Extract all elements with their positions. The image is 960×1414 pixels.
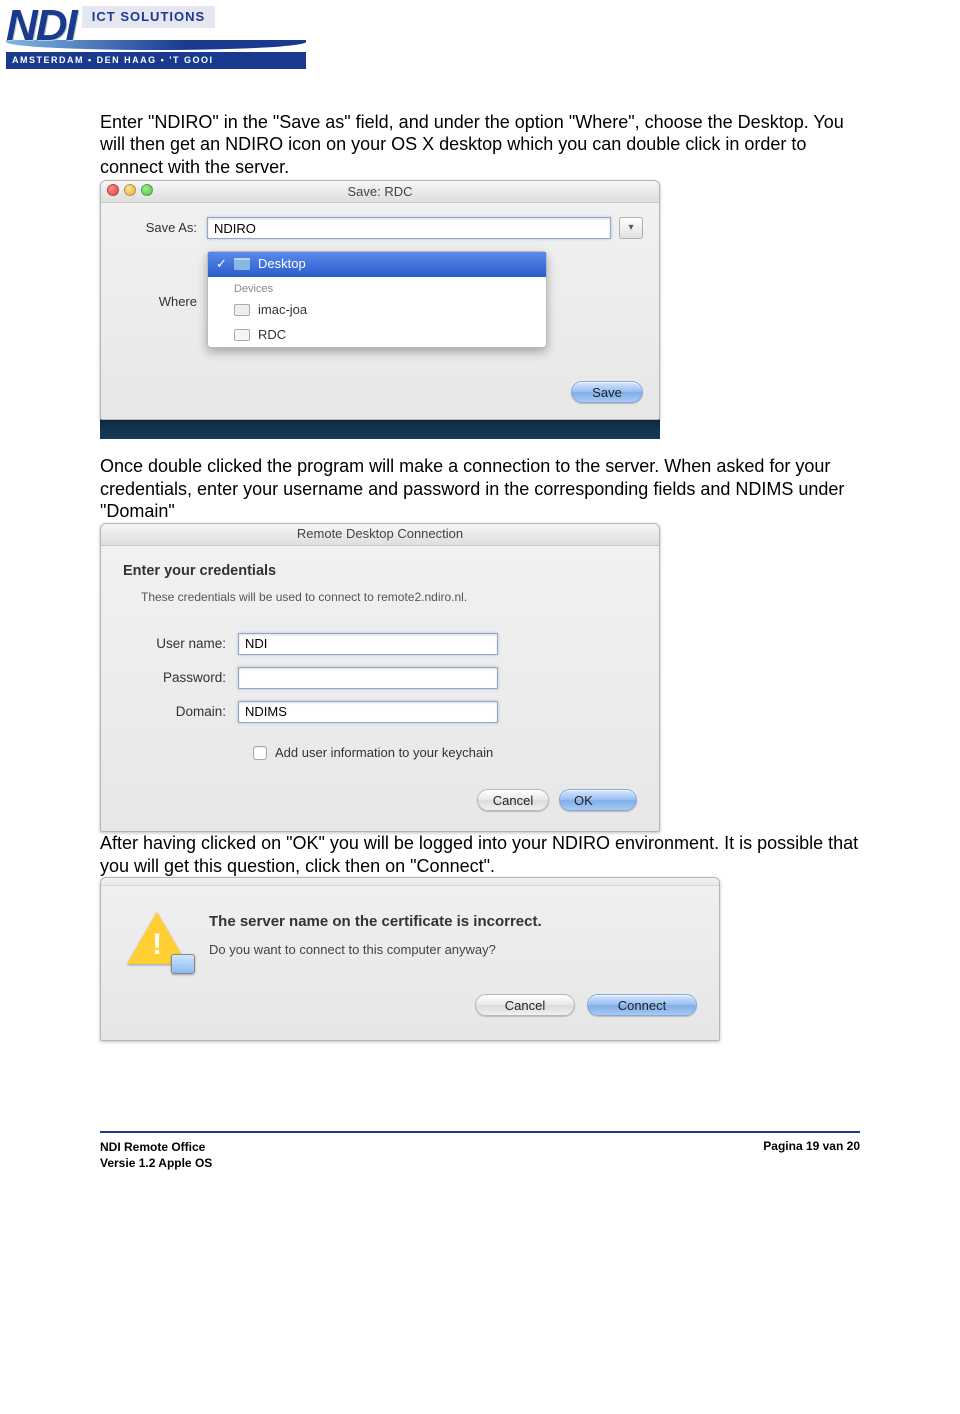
save-dialog-title: Save: RDC bbox=[347, 184, 412, 200]
close-icon[interactable] bbox=[107, 184, 119, 196]
device-label: imac-joa bbox=[258, 302, 307, 318]
save-dialog: Save: RDC Save As: ▾ Where ✓ Desktop bbox=[100, 180, 660, 420]
minimize-icon[interactable] bbox=[124, 184, 136, 196]
monitor-icon bbox=[234, 304, 250, 316]
desktop-strip bbox=[100, 419, 660, 439]
certificate-titlebar bbox=[101, 878, 719, 886]
domain-label: Domain: bbox=[123, 704, 238, 721]
device-label: RDC bbox=[258, 327, 286, 343]
credentials-dialog-title: Remote Desktop Connection bbox=[297, 526, 463, 542]
credentials-dialog-titlebar: Remote Desktop Connection bbox=[101, 524, 659, 546]
certificate-subtext: Do you want to connect to this computer … bbox=[209, 942, 697, 958]
disk-icon bbox=[234, 329, 250, 341]
page-footer: NDI Remote Office Versie 1.2 Apple OS Pa… bbox=[100, 1131, 860, 1171]
username-input[interactable] bbox=[238, 633, 498, 655]
credentials-heading: Enter your credentials bbox=[123, 562, 637, 580]
traffic-lights bbox=[107, 184, 153, 196]
footer-title: NDI Remote Office bbox=[100, 1139, 212, 1155]
expand-toggle-icon[interactable]: ▾ bbox=[619, 217, 643, 239]
where-option-desktop[interactable]: ✓ Desktop bbox=[208, 252, 546, 276]
credentials-subtext: These credentials will be used to connec… bbox=[123, 590, 637, 605]
username-label: User name: bbox=[123, 636, 238, 653]
devices-section-label: Devices bbox=[208, 277, 546, 299]
domain-input[interactable] bbox=[238, 701, 498, 723]
save-dialog-titlebar: Save: RDC bbox=[101, 181, 659, 203]
checkmark-icon: ✓ bbox=[216, 256, 227, 272]
where-option-rdc[interactable]: RDC bbox=[208, 323, 546, 347]
where-label: Where bbox=[117, 292, 207, 310]
logo-brand: NDI bbox=[6, 6, 76, 46]
keychain-checkbox[interactable] bbox=[253, 746, 267, 760]
cancel-button[interactable]: Cancel bbox=[477, 789, 549, 811]
logo-locations: AMSTERDAM • DEN HAAG • 'T GOOI bbox=[6, 52, 306, 69]
certificate-dialog: ! The server name on the certificate is … bbox=[100, 877, 720, 1041]
logo-tagline: ICT SOLUTIONS bbox=[82, 6, 215, 28]
save-as-label: Save As: bbox=[117, 220, 207, 236]
footer-page-number: Pagina 19 van 20 bbox=[763, 1139, 860, 1154]
certificate-heading: The server name on the certificate is in… bbox=[209, 912, 697, 932]
password-label: Password: bbox=[123, 670, 238, 687]
save-as-input[interactable] bbox=[207, 217, 611, 239]
where-option-imac[interactable]: imac-joa bbox=[208, 298, 546, 322]
footer-version: Versie 1.2 Apple OS bbox=[100, 1155, 212, 1171]
keychain-row[interactable]: Add user information to your keychain bbox=[253, 745, 637, 761]
credentials-dialog: Remote Desktop Connection Enter your cre… bbox=[100, 523, 660, 832]
save-button[interactable]: Save bbox=[571, 381, 643, 403]
warning-icon: ! bbox=[127, 912, 191, 968]
folder-icon bbox=[234, 258, 250, 270]
computer-badge-icon bbox=[171, 954, 195, 974]
ok-button[interactable]: OK bbox=[559, 789, 637, 811]
instruction-paragraph-1: Enter "NDIRO" in the "Save as" field, an… bbox=[100, 111, 870, 179]
zoom-icon[interactable] bbox=[141, 184, 153, 196]
company-logo: NDI ICT SOLUTIONS AMSTERDAM • DEN HAAG •… bbox=[0, 0, 960, 75]
keychain-label: Add user information to your keychain bbox=[275, 745, 493, 761]
cert-cancel-button[interactable]: Cancel bbox=[475, 994, 575, 1016]
cert-connect-button[interactable]: Connect bbox=[587, 994, 697, 1016]
password-input[interactable] bbox=[238, 667, 498, 689]
where-dropdown-menu[interactable]: ✓ Desktop Devices imac-joa RDC bbox=[207, 251, 547, 348]
instruction-paragraph-3: After having clicked on "OK" you will be… bbox=[100, 832, 870, 877]
instruction-paragraph-2: Once double clicked the program will mak… bbox=[100, 455, 870, 523]
where-option-label: Desktop bbox=[258, 256, 306, 272]
